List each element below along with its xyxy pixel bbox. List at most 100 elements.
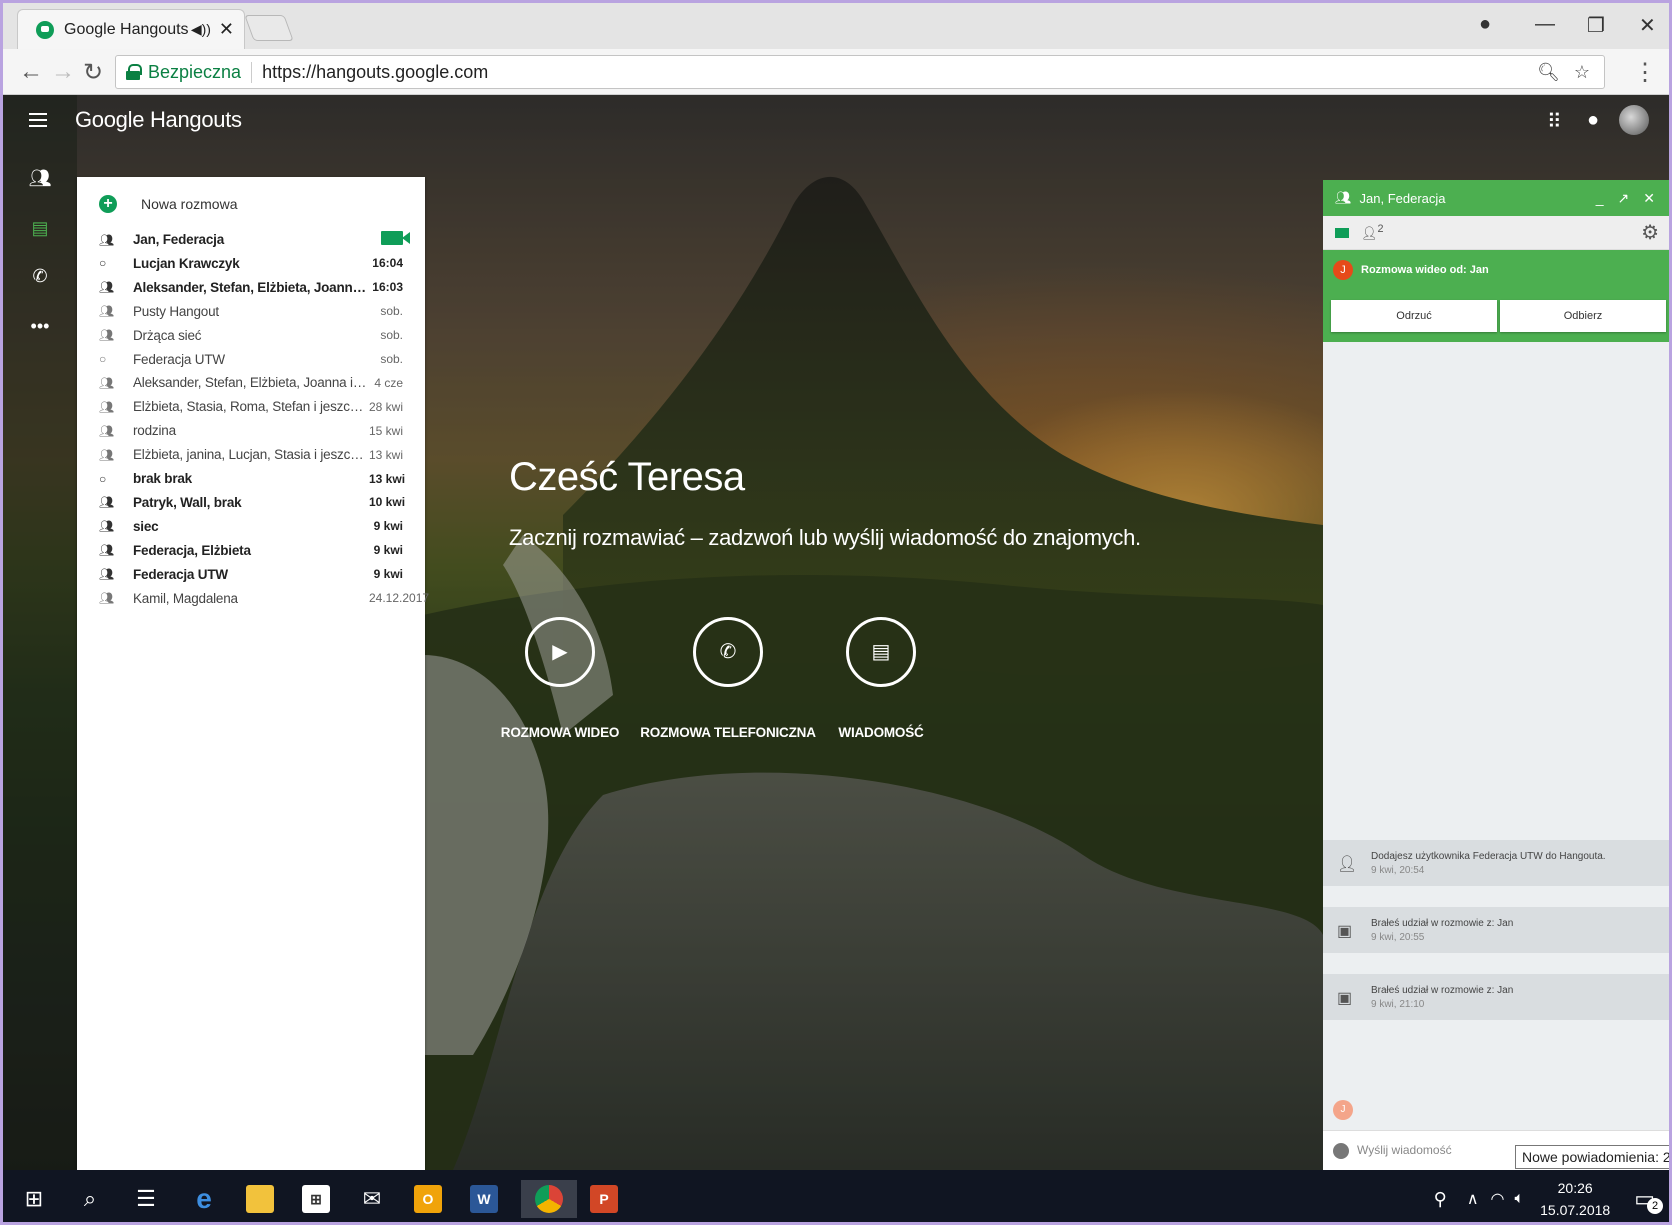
event-time: 9 kwi, 20:55 bbox=[1371, 932, 1425, 943]
chat-title: Jan, Federacja bbox=[1359, 190, 1446, 206]
store-icon[interactable]: ⊞ bbox=[297, 1180, 335, 1218]
group-icon: 👥︎ bbox=[99, 495, 115, 510]
settings-gear-icon[interactable]: ⚙ bbox=[1641, 220, 1659, 245]
people-icon[interactable]: ⚲ bbox=[1434, 1189, 1447, 1210]
chat-toolbar: 👤︎2 ⚙ bbox=[1323, 216, 1669, 250]
mail-icon[interactable]: ✉ bbox=[353, 1180, 391, 1218]
powerpoint-icon[interactable]: P bbox=[585, 1180, 623, 1218]
edge-browser-icon[interactable]: e bbox=[185, 1180, 223, 1218]
event-time: 9 kwi, 20:54 bbox=[1371, 865, 1425, 876]
outlook-icon[interactable]: O bbox=[409, 1180, 447, 1218]
forward-arrow-icon[interactable]: → bbox=[51, 58, 75, 86]
conversation-name: Elżbieta, janina, Lucjan, Stasia i jeszc… bbox=[133, 447, 369, 463]
conversation-row[interactable]: 👥︎ Kamil, Magdalena 24.12.2017 bbox=[77, 586, 429, 611]
chat-header[interactable]: 👥︎ Jan, Federacja _ ↗ ✕ bbox=[1323, 180, 1669, 216]
accept-button[interactable]: Odbierz bbox=[1500, 300, 1666, 332]
chat-close-icon[interactable]: ✕ bbox=[1643, 190, 1655, 207]
notifications-bell-icon[interactable]: ● bbox=[1587, 109, 1599, 132]
chat-minimize-icon[interactable]: _ bbox=[1596, 190, 1604, 206]
conversation-time: 10 kwi bbox=[369, 495, 406, 510]
reload-icon[interactable]: ↻ bbox=[83, 58, 103, 87]
conversation-row[interactable]: ○ Federacja UTW sob. bbox=[77, 347, 425, 372]
chat-event: ▣ Brałeś udział w rozmowie z: Jan 9 kwi,… bbox=[1323, 974, 1669, 1020]
back-arrow-icon[interactable]: ← bbox=[19, 58, 43, 86]
bookmark-star-icon[interactable]: ☆ bbox=[1574, 62, 1590, 83]
conversation-row[interactable]: ○ brak brak 13 kwi bbox=[77, 466, 425, 491]
restore-icon[interactable]: ❐ bbox=[1587, 13, 1605, 38]
group-icon: 👥︎ bbox=[99, 280, 115, 295]
conversation-row[interactable]: 👥︎ Jan, Federacja bbox=[77, 227, 425, 252]
minimize-icon[interactable]: — bbox=[1535, 13, 1555, 36]
windows-start-icon[interactable]: ⊞ bbox=[15, 1180, 53, 1218]
conversations-rail-icon[interactable]: ▤ bbox=[27, 215, 53, 241]
person-icon: ○ bbox=[99, 471, 107, 486]
video-call-label: ROZMOWA WIDEO bbox=[500, 725, 620, 740]
windows-taskbar: ⊞ ⌕ ☰ e ⊞ ✉ O W P ⚲ ∧ ◠ 🔈︎ 20:26 15.07.2… bbox=[3, 1170, 1669, 1222]
chat-popout-icon[interactable]: ↗ bbox=[1618, 190, 1630, 207]
new-conversation-button[interactable]: + Nowa rozmowa bbox=[99, 195, 237, 213]
group-icon: 👥︎ bbox=[99, 375, 115, 390]
conversation-row[interactable]: 👥︎ Elżbieta, janina, Lucjan, Stasia i jes… bbox=[77, 442, 425, 467]
word-icon[interactable]: W bbox=[465, 1180, 503, 1218]
message-button[interactable]: ▤ bbox=[846, 617, 916, 687]
tray-chevron-icon[interactable]: ∧ bbox=[1467, 1189, 1479, 1209]
reject-button[interactable]: Odrzuć bbox=[1331, 300, 1497, 332]
user-avatar[interactable] bbox=[1619, 105, 1649, 135]
video-call-button[interactable]: ▶ bbox=[525, 617, 595, 687]
conversation-row[interactable]: 👥︎ Patryk, Wall, brak 10 kwi bbox=[77, 490, 425, 515]
group-icon: 👥︎ bbox=[99, 399, 115, 414]
conversation-time: sob. bbox=[380, 352, 403, 366]
active-video-icon[interactable] bbox=[381, 231, 410, 245]
contacts-rail-icon[interactable]: 👥︎ bbox=[27, 165, 53, 191]
task-view-icon[interactable]: ☰ bbox=[127, 1180, 165, 1218]
conversation-time: 16:03 bbox=[372, 280, 403, 295]
emoji-icon[interactable] bbox=[1333, 1143, 1349, 1159]
message-input[interactable]: Wyślij wiadomość bbox=[1357, 1143, 1452, 1157]
conversation-row[interactable]: 👥︎ siec 9 kwi bbox=[77, 514, 425, 539]
conversation-row[interactable]: 👥︎ Pusty Hangout sob. bbox=[77, 299, 425, 324]
conversation-row[interactable]: 👥︎ Aleksander, Stefan, Elżbieta, Joanna i… bbox=[77, 275, 425, 300]
new-tab-button[interactable] bbox=[244, 15, 294, 41]
phone-call-button[interactable]: ✆ bbox=[693, 617, 763, 687]
conversation-row[interactable]: 👥︎ Federacja UTW 9 kwi bbox=[77, 562, 425, 587]
video-tab-icon[interactable] bbox=[1335, 228, 1349, 238]
conversation-row[interactable]: 👥︎ Aleksander, Stefan, Elżbieta, Joanna i… bbox=[77, 370, 425, 395]
person-icon: ○ bbox=[99, 256, 107, 271]
browser-tab[interactable]: Google Hangouts ◀)) ✕ bbox=[17, 9, 245, 49]
apps-grid-icon[interactable]: ⠿ bbox=[1547, 109, 1562, 134]
window-close-icon[interactable]: ✕ bbox=[1639, 13, 1656, 38]
conversation-time: 9 kwi bbox=[373, 543, 403, 558]
caller-avatar: J bbox=[1333, 260, 1353, 280]
address-bar[interactable]: Bezpieczna https://hangouts.google.com 🔍… bbox=[115, 55, 1605, 89]
conversation-row[interactable]: 👥︎ rodzina 15 kwi bbox=[77, 418, 425, 443]
phone-rail-icon[interactable]: ✆ bbox=[27, 263, 53, 289]
more-rail-icon[interactable]: ••• bbox=[27, 313, 53, 339]
clock-time: 20:26 bbox=[1557, 1180, 1593, 1196]
wifi-icon[interactable]: ◠ bbox=[1491, 1189, 1505, 1209]
volume-icon[interactable]: 🔈︎ bbox=[1515, 1190, 1525, 1208]
google-hangouts-logo: Google Hangouts bbox=[75, 107, 242, 132]
chrome-icon[interactable] bbox=[521, 1180, 577, 1218]
profile-icon[interactable]: ● bbox=[1479, 13, 1491, 36]
incoming-video-call: J Rozmowa wideo od: Jan Odrzuć Odbierz bbox=[1323, 250, 1669, 342]
conversation-row[interactable]: 👥︎ Federacja, Elżbieta 9 kwi bbox=[77, 538, 425, 563]
participants-tab[interactable]: 👤︎2 bbox=[1361, 223, 1384, 241]
tab-close-icon[interactable]: ✕ bbox=[219, 19, 234, 40]
url-text[interactable]: https://hangouts.google.com bbox=[262, 62, 1537, 83]
browser-menu-icon[interactable]: ⋮ bbox=[1633, 58, 1657, 87]
event-time: 9 kwi, 21:10 bbox=[1371, 999, 1425, 1010]
action-center-icon[interactable]: ▭ 2 bbox=[1634, 1186, 1663, 1214]
file-explorer-icon[interactable] bbox=[241, 1180, 279, 1218]
search-icon[interactable]: ⌕ bbox=[71, 1180, 109, 1218]
conversation-row[interactable]: ○ Lucjan Krawczyk 16:04 bbox=[77, 251, 425, 276]
audio-playing-icon[interactable]: ◀)) bbox=[191, 21, 211, 38]
conversation-row[interactable]: 👥︎ Drżąca sieć sob. bbox=[77, 323, 425, 348]
phone-call-label: ROZMOWA TELEFONICZNA bbox=[640, 725, 816, 740]
greeting-title: Cześć Teresa bbox=[509, 455, 745, 499]
conversation-time: 13 kwi bbox=[369, 471, 406, 486]
clock[interactable]: 20:26 15.07.2018 bbox=[1540, 1177, 1610, 1221]
conversation-row[interactable]: 👥︎ Elżbieta, Stasia, Roma, Stefan i jeszc… bbox=[77, 394, 425, 419]
zoom-icon[interactable]: 🔍︎ bbox=[1537, 62, 1560, 83]
group-icon: 👥︎ bbox=[1335, 190, 1352, 205]
menu-hamburger-icon[interactable] bbox=[29, 113, 47, 127]
